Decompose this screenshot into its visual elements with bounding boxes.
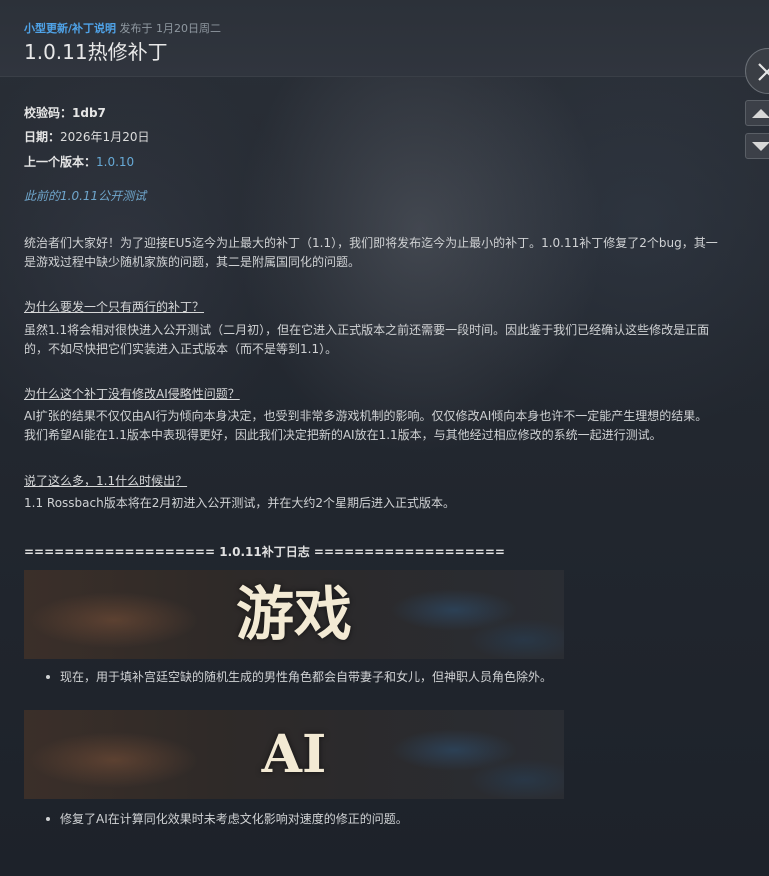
- list-item: 修复了AI在计算同化效果时未考虑文化影响对速度的修正的问题。: [46, 810, 408, 827]
- list-item-text: 修复了AI在计算同化效果时未考虑文化影响对速度的修正的问题。: [60, 812, 408, 826]
- list-item: 现在，用于填补宫廷空缺的随机生成的男性角色都会自带妻子和女儿，但神职人员角色除外…: [46, 668, 552, 685]
- section-line: AI扩张的结果不仅仅由AI行为倾向本身决定，也受到非常多游戏机制的影响。仅仅修改…: [24, 409, 708, 423]
- section-body: AI扩张的结果不仅仅由AI行为倾向本身决定，也受到非常多游戏机制的影响。仅仅修改…: [24, 407, 746, 445]
- chevron-down-icon: [752, 142, 769, 151]
- checksum-value: 1db7: [72, 106, 106, 120]
- page-title: 1.0.11热修补丁: [24, 40, 168, 64]
- changelog-banner-ai: AI: [24, 710, 564, 799]
- list-item-text: 现在，用于填补宫廷空缺的随机生成的男性角色都会自带妻子和女儿，但神职人员角色除外…: [60, 670, 553, 684]
- previous-version-link[interactable]: 1.0.10: [96, 155, 134, 169]
- banner-title: AI: [261, 724, 327, 785]
- section-line: 虽然1.1将会相对很快进入公开测试（二月初），但在它进入正式版本之前还需要一段时…: [24, 323, 710, 337]
- intro-line: 统治者们大家好！为了迎接EU5迄今为止最大的补丁（1.1），我们即将发布迄今为止…: [24, 236, 718, 250]
- bullet-dot-icon: [46, 674, 50, 679]
- chevron-up-icon: [752, 109, 769, 118]
- banner-title: 游戏: [235, 580, 352, 648]
- checksum-label: 校验码：: [24, 106, 73, 120]
- published-prefix: 发布于: [119, 22, 153, 35]
- post-header: 小型更新/补丁说明 发布于 1月20日周二 1.0.11热修补丁: [0, 0, 769, 77]
- previous-public-test-link[interactable]: 此前的1.0.11公开测试: [24, 187, 146, 204]
- section-heading: 为什么要发一个只有两行的补丁？: [24, 300, 205, 314]
- changelog-divider: =================== 1.0.11补丁日志 =========…: [24, 545, 505, 559]
- previous-version-label: 上一个版本：: [24, 155, 97, 169]
- previous-version-line: 上一个版本：1.0.10: [24, 153, 134, 170]
- category-link[interactable]: 小型更新/补丁说明: [24, 22, 116, 35]
- checksum-line: 校验码：1db7: [24, 104, 106, 121]
- previous-post-button[interactable]: [745, 100, 769, 126]
- section-line: 我们希望AI能在1.1版本中表现得更好，因此我们决定把新的AI放在1.1版本，与…: [24, 428, 662, 442]
- section-line: 1.1 Rossbach版本将在2月初进入公开测试，并在大约2个星期后进入正式版…: [24, 496, 455, 510]
- section-body: 1.1 Rossbach版本将在2月初进入公开测试，并在大约2个星期后进入正式版…: [24, 494, 746, 513]
- close-icon: [758, 63, 769, 81]
- date-label: 日期：: [24, 130, 61, 144]
- bullet-dot-icon: [46, 816, 50, 821]
- section-heading: 为什么这个补丁没有修改AI侵略性问题？: [24, 387, 240, 401]
- section-heading: 说了这么多，1.1什么时候出？: [24, 474, 188, 488]
- date-value: 2026年1月20日: [60, 130, 150, 144]
- intro-paragraph: 统治者们大家好！为了迎接EU5迄今为止最大的补丁（1.1），我们即将发布迄今为止…: [24, 234, 746, 272]
- changelog-banner-game: 游戏: [24, 570, 564, 659]
- intro-line: 是游戏过程中缺少随机家族的问题，其二是附属国同化的问题。: [24, 255, 361, 269]
- published-date: 1月20日周二: [156, 22, 222, 35]
- section-body: 虽然1.1将会相对很快进入公开测试（二月初），但在它进入正式版本之前还需要一段时…: [24, 321, 746, 359]
- post-meta-line: 小型更新/补丁说明 发布于 1月20日周二: [24, 20, 221, 36]
- next-post-button[interactable]: [745, 133, 769, 159]
- section-line: 的，不如尽快把它们实装进入正式版本（而不是等到1.1）。: [24, 342, 338, 356]
- date-line: 日期：2026年1月20日: [24, 128, 149, 145]
